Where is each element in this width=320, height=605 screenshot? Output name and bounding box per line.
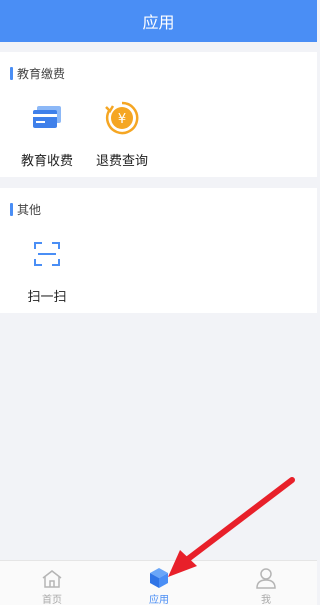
section-title-bar [10,67,13,80]
app-label: 退费查询 [95,154,148,169]
app-education-fee[interactable]: 教育收费 [7,98,87,169]
cube-icon [119,561,199,589]
tab-label: 我 [261,595,271,605]
app-label: 教育收费 [20,154,73,169]
section-education-payment: 教育缴费 教育收费 ¥ 退费查询 [0,52,317,177]
yuan-refund-icon: ¥ [82,98,162,138]
tab-label: 首页 [42,595,62,605]
home-icon [12,561,92,589]
section-title: 教育缴费 [10,65,65,82]
bottom-tab-bar: 首页 应用 我 [0,560,317,605]
section-other: 其他 扫一扫 [0,188,317,313]
tab-me[interactable]: 我 [226,561,306,605]
page-title: 应用 [142,13,175,32]
section-title: 其他 [10,201,41,218]
app-header: 应用 [0,0,317,42]
section-title-text: 教育缴费 [17,67,66,81]
section-title-text: 其他 [17,203,42,217]
tab-label: 应用 [149,595,169,605]
svg-text:¥: ¥ [118,112,126,127]
scan-icon [7,234,87,274]
section-title-bar [10,203,13,216]
app-refund-query[interactable]: ¥ 退费查询 [82,98,162,169]
tab-home[interactable]: 首页 [12,561,92,605]
tab-apps[interactable]: 应用 [119,561,199,605]
card-icon [7,98,87,138]
app-label: 扫一扫 [27,290,67,305]
app-scan[interactable]: 扫一扫 [7,234,87,305]
user-icon [226,561,306,589]
